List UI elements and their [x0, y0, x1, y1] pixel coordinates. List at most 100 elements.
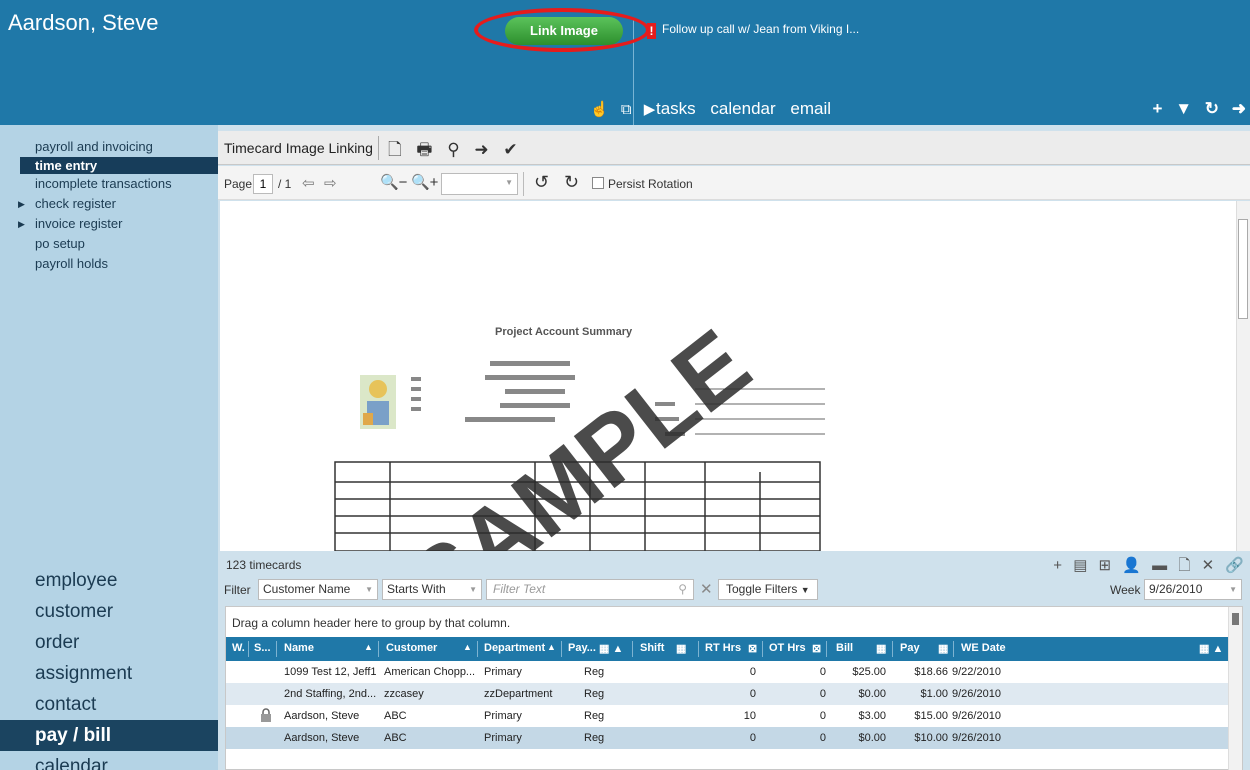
cell-rt-hrs: 0: [749, 666, 756, 678]
sort-icon[interactable]: ▲: [547, 642, 556, 652]
sidebar-item-time-entry[interactable]: time entry: [20, 157, 218, 174]
hand-pointer-icon[interactable]: ☝: [590, 101, 609, 118]
clear-filter-icon[interactable]: ✕: [700, 580, 713, 598]
sidebar-item-incomplete-transactions[interactable]: incomplete transactions: [0, 174, 218, 194]
table-row[interactable]: Aardson, Steve ABC Primary Reg 0 0 $0.00…: [226, 727, 1230, 749]
sidebar-item-invoice-register[interactable]: ▶ invoice register: [0, 214, 218, 234]
printer-icon[interactable]: 🖶: [416, 140, 432, 159]
link-icon[interactable]: 🔗: [1225, 557, 1244, 574]
column-menu-icon[interactable]: ▦: [938, 642, 948, 655]
sidebar-item-check-register[interactable]: ▶ check register: [0, 194, 218, 214]
column-header[interactable]: RT Hrs: [705, 642, 741, 654]
column-header[interactable]: Customer: [386, 642, 437, 654]
page-icon[interactable]: 🗋: [1178, 557, 1190, 574]
rotate-left-icon[interactable]: ↺: [534, 172, 549, 193]
arrow-right-icon[interactable]: ➜: [1232, 99, 1246, 118]
persist-rotation-checkbox[interactable]: [592, 177, 604, 189]
column-header[interactable]: Shift: [640, 642, 664, 654]
column-header[interactable]: Department: [484, 642, 545, 654]
arrow-right-icon[interactable]: ➜: [474, 140, 488, 159]
org-chart-icon[interactable]: ⊞: [1099, 557, 1112, 574]
column-menu-icon[interactable]: ▦ ▲: [1199, 642, 1223, 655]
alert-icon: !: [647, 23, 656, 39]
popout-icon[interactable]: ⧉: [621, 101, 632, 118]
nav-customer[interactable]: customer: [0, 596, 218, 627]
next-page-icon[interactable]: ⇨: [324, 174, 337, 192]
column-header[interactable]: OT Hrs: [769, 642, 806, 654]
user-icon[interactable]: 👤: [1122, 557, 1141, 574]
page-number-input[interactable]: 1: [253, 174, 273, 194]
nav-calendar[interactable]: calendar: [0, 751, 218, 770]
zoom-out-icon[interactable]: 🔍−: [380, 173, 407, 191]
scroll-thumb[interactable]: [1232, 613, 1239, 625]
column-header[interactable]: Bill: [836, 642, 853, 654]
table-row[interactable]: 1099 Test 12, Jeff1 American Chopp... Pr…: [226, 661, 1230, 683]
cell-department: Primary: [484, 732, 522, 744]
column-divider: [561, 641, 562, 657]
nav-order[interactable]: order: [0, 627, 218, 658]
zoom-select[interactable]: ▼: [441, 173, 518, 195]
sort-icon[interactable]: ▲: [364, 642, 373, 652]
column-header[interactable]: S...: [254, 642, 271, 654]
nav-pay-bill[interactable]: pay / bill: [0, 720, 218, 751]
tab-tasks[interactable]: tasks: [656, 99, 696, 118]
table-row[interactable]: Aardson, Steve ABC Primary Reg 10 0 $3.0…: [226, 705, 1230, 727]
viewer-title: Timecard Image Linking: [224, 140, 373, 156]
chevron-down-icon: ▼: [469, 585, 477, 594]
tab-calendar[interactable]: calendar: [710, 99, 775, 118]
scroll-thumb[interactable]: [1238, 219, 1248, 319]
rotate-right-icon[interactable]: ↻: [564, 172, 579, 193]
plus-icon[interactable]: +: [1053, 557, 1062, 574]
column-menu-icon[interactable]: ⊠: [748, 642, 757, 655]
header-tabs: tasks calendar email: [642, 99, 841, 119]
cell-bill: $0.00: [858, 732, 886, 744]
image-viewer[interactable]: Project Account Summary SAMPLE: [220, 201, 1250, 551]
filter-icon[interactable]: ▼: [1175, 99, 1192, 118]
column-header[interactable]: Pay...: [568, 642, 596, 654]
check-icon[interactable]: ✔: [503, 140, 517, 159]
viewer-scrollbar[interactable]: [1236, 201, 1250, 551]
column-menu-icon[interactable]: ⊠: [812, 642, 821, 655]
column-divider: [826, 641, 827, 657]
refresh-icon[interactable]: ↻: [1205, 99, 1219, 118]
prev-page-icon[interactable]: ⇦: [302, 174, 315, 192]
filter-text-input[interactable]: Filter Text ⚲: [486, 579, 694, 600]
cell-customer: ABC: [384, 732, 407, 744]
column-menu-icon[interactable]: ▦: [676, 642, 686, 655]
cell-we-date: 9/26/2010: [952, 688, 1001, 700]
sort-icon[interactable]: ▲: [463, 642, 472, 652]
expand-arrow-icon[interactable]: ▶: [18, 194, 25, 214]
document-icon[interactable]: ▤: [1073, 557, 1087, 574]
toggle-filters-button[interactable]: Toggle Filters ▼: [718, 579, 818, 600]
divider: [523, 172, 524, 196]
sidebar-item-po-setup[interactable]: po setup: [0, 234, 218, 254]
sidebar-item-payroll-holds[interactable]: payroll holds: [0, 254, 218, 274]
column-menu-icon[interactable]: ▦: [876, 642, 886, 655]
zoom-in-icon[interactable]: 🔍+: [411, 173, 438, 191]
week-select[interactable]: 9/26/2010 ▼: [1144, 579, 1242, 600]
column-header[interactable]: W.: [232, 642, 245, 654]
expand-arrow-icon[interactable]: ▶: [18, 214, 25, 234]
tab-email[interactable]: email: [790, 99, 831, 118]
folder-icon[interactable]: ▬: [1152, 557, 1167, 574]
search-icon[interactable]: ⚲: [447, 140, 459, 159]
nav-assignment[interactable]: assignment: [0, 658, 218, 689]
column-menu-icon[interactable]: ▦ ▲: [599, 642, 623, 655]
new-document-icon[interactable]: 🗋: [388, 140, 402, 159]
cell-pay: $18.66: [914, 666, 948, 678]
group-by-hint[interactable]: Drag a column header here to group by th…: [226, 607, 1230, 637]
delete-icon[interactable]: ✕: [1202, 557, 1215, 574]
filter-field-select[interactable]: Customer Name ▼: [258, 579, 378, 600]
grid-scrollbar[interactable]: [1228, 607, 1242, 770]
nav-employee[interactable]: employee: [0, 565, 218, 596]
column-header[interactable]: Pay: [900, 642, 920, 654]
column-header[interactable]: WE Date: [961, 642, 1006, 654]
plus-icon[interactable]: +: [1153, 99, 1163, 118]
cell-bill: $0.00: [858, 688, 886, 700]
column-header[interactable]: Name: [284, 642, 314, 654]
sidebar-item-payroll-invoicing[interactable]: payroll and invoicing: [0, 137, 218, 157]
filter-operator-select[interactable]: Starts With ▼: [382, 579, 482, 600]
alert-message[interactable]: Follow up call w/ Jean from Viking I...: [662, 22, 859, 36]
nav-contact[interactable]: contact: [0, 689, 218, 720]
table-row[interactable]: 2nd Staffing, 2nd... zzcasey zzDepartmen…: [226, 683, 1230, 705]
